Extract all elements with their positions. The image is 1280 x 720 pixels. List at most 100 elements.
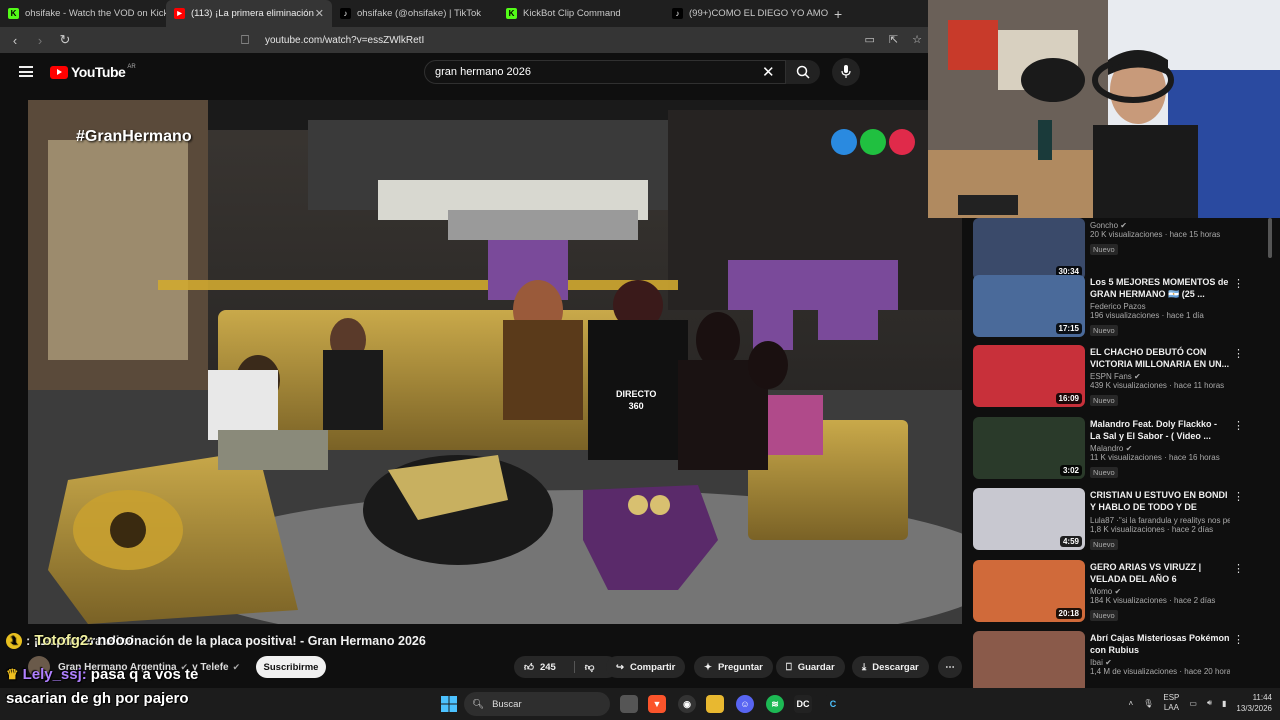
more-options-icon[interactable]: ⋮ bbox=[1233, 562, 1244, 575]
file-explorer-icon[interactable] bbox=[706, 695, 724, 713]
star-icon[interactable]: ☆ bbox=[912, 33, 922, 46]
recommendation-item[interactable]: 16:09 EL CHACHO DEBUTÓ CON VICTORIA MILLO… bbox=[970, 345, 1270, 411]
recommendation-stats: 11 K visualizaciones · hace 16 horas bbox=[1090, 453, 1220, 462]
volume-icon[interactable]: 🔊︎ bbox=[1207, 698, 1212, 708]
chevron-up-icon[interactable]: ˄ bbox=[1129, 699, 1134, 708]
tab-label: (113) ¡La primera eliminación de bbox=[191, 8, 316, 19]
download-button[interactable]: ⤓ Descargar bbox=[852, 656, 929, 678]
recommendation-title[interactable]: EL CHACHO DEBUTÓ CON VICTORIA MILLONARIA… bbox=[1090, 346, 1230, 370]
browser-tab-2[interactable]: ▶ (113) ¡La primera eliminación de ✕ bbox=[166, 0, 332, 27]
video-thumbnail[interactable]: 16:09 bbox=[973, 345, 1085, 407]
browser-tab-5[interactable]: ♪ (99+)COMO EL DIEGO YO AMO LA TI bbox=[664, 0, 830, 27]
forward-icon[interactable]: › bbox=[30, 33, 50, 48]
video-thumbnail[interactable]: 20:18 bbox=[973, 560, 1085, 622]
network-icon[interactable]: ▭ bbox=[1189, 699, 1197, 708]
more-options-icon[interactable]: ⋮ bbox=[1233, 419, 1244, 432]
capcut-icon[interactable]: DC bbox=[794, 695, 812, 713]
like-dislike-group: 👍︎ 245 👎︎ bbox=[514, 656, 618, 678]
verified-icon: ✔ bbox=[232, 661, 241, 672]
dislike-icon[interactable]: 👎︎ bbox=[573, 661, 594, 673]
bookmark-icon[interactable]: ⎕ bbox=[235, 32, 255, 48]
cast-icon[interactable]: ▭ bbox=[865, 33, 875, 46]
recommendation-item[interactable]: 3:02 Malandro Feat. Doly Flackko - La Sal… bbox=[970, 417, 1270, 483]
share-button[interactable]: ↪ Compartir bbox=[606, 656, 686, 678]
tiktok-icon: ♪ bbox=[672, 8, 683, 19]
sidebar-scrollbar[interactable] bbox=[1268, 218, 1274, 688]
save-button[interactable]: ⎕ Guardar bbox=[776, 656, 845, 678]
search-button[interactable] bbox=[786, 60, 820, 84]
obs-icon[interactable]: ◉ bbox=[678, 695, 696, 713]
reload-icon[interactable]: ↻ bbox=[55, 32, 75, 48]
recommendation-channel[interactable]: ESPN Fans bbox=[1090, 372, 1132, 381]
share-page-icon[interactable]: ⇱ bbox=[889, 33, 898, 46]
tab-label: (99+)COMO EL DIEGO YO AMO LA TI bbox=[689, 8, 830, 19]
recommendation-channel[interactable]: Lula87 ·"si la farandula y realitys nos … bbox=[1090, 516, 1230, 525]
like-count[interactable]: 245 bbox=[540, 662, 556, 673]
voice-search-button[interactable] bbox=[832, 58, 860, 86]
menu-icon[interactable] bbox=[19, 66, 33, 77]
recommendation-channel[interactable]: Momo bbox=[1090, 587, 1112, 596]
more-actions-button[interactable]: ⋯ bbox=[938, 656, 962, 678]
recommendation-item[interactable]: 17:15 Los 5 MEJORES MOMENTOS de GRAN HERM… bbox=[970, 275, 1270, 341]
discord-icon[interactable]: ☺ bbox=[736, 695, 754, 713]
taskbar-search[interactable]: 🔍︎ Buscar bbox=[464, 692, 610, 716]
recommendation-title[interactable]: Malandro Feat. Doly Flackko - La Sal y E… bbox=[1090, 418, 1230, 442]
kick-icon: K bbox=[8, 8, 19, 19]
video-thumbnail[interactable]: 4:59 bbox=[973, 488, 1085, 550]
more-icon: ⋯ bbox=[945, 661, 955, 673]
recommendation-channel[interactable]: Federico Pazos bbox=[1090, 302, 1146, 311]
recommendation-channel[interactable]: Malandro bbox=[1090, 444, 1123, 453]
video-thumbnail[interactable]: 3:02 bbox=[973, 417, 1085, 479]
chat-message-1: 1 : Totofg2: nooo bbox=[6, 632, 134, 649]
mic-tray-icon[interactable]: 🎙︎ bbox=[1143, 699, 1153, 708]
ask-button[interactable]: ✦ Preguntar bbox=[694, 656, 773, 678]
mic-icon bbox=[841, 65, 851, 78]
recommendation-title[interactable]: Los 5 MEJORES MOMENTOS de GRAN HERMANO 🇦… bbox=[1090, 276, 1230, 300]
search-input[interactable]: gran hermano 2026 bbox=[424, 60, 786, 84]
language-indicator[interactable]: ESP LAA bbox=[1163, 693, 1179, 713]
browser-tab-1[interactable]: K ohsifake - Watch the VOD on Kick bbox=[0, 0, 166, 27]
back-icon[interactable]: ‹ bbox=[5, 33, 25, 48]
close-tab-icon[interactable]: ✕ bbox=[315, 7, 324, 20]
scrollbar-thumb[interactable] bbox=[1268, 218, 1272, 258]
youtube-logo[interactable]: YouTube AR bbox=[50, 64, 136, 80]
address-bar: ‹ › ↻ ⎕ youtube.com/watch?v=essZWlkRetI … bbox=[0, 27, 930, 53]
recommendation-title[interactable]: CRISTIAN U ESTUVO EN BONDI Y HABLO DE TO… bbox=[1090, 489, 1230, 514]
recommendation-channel[interactable]: Goncho bbox=[1090, 221, 1118, 230]
recommendation-item[interactable]: 20:18 GERO ARIAS VS VIRUZZ | VELADA DEL A… bbox=[970, 560, 1270, 626]
recommendation-channel[interactable]: Ibai bbox=[1090, 658, 1103, 667]
brave-icon[interactable]: ▼ bbox=[648, 695, 666, 713]
recommendation-stats: 184 K visualizaciones · hace 2 días bbox=[1090, 596, 1216, 605]
new-badge: Nuevo bbox=[1090, 395, 1118, 406]
video-thumbnail[interactable]: 30:34 bbox=[973, 218, 1085, 280]
browser-tab-3[interactable]: ♪ ohsifake (@ohsifake) | TikTok bbox=[332, 0, 498, 27]
clock[interactable]: 11:44 13/3/2026 bbox=[1236, 692, 1272, 714]
subscribe-button[interactable]: Suscribirme bbox=[256, 656, 326, 678]
chrome-canary-icon[interactable]: C bbox=[824, 695, 842, 713]
video-thumbnail[interactable]: 17:15 bbox=[973, 275, 1085, 337]
video-thumbnail[interactable] bbox=[973, 631, 1085, 688]
more-options-icon[interactable]: ⋮ bbox=[1233, 490, 1244, 503]
more-options-icon[interactable]: ⋮ bbox=[1233, 633, 1244, 646]
task-view-icon[interactable] bbox=[620, 695, 638, 713]
battery-icon[interactable]: ▮ bbox=[1222, 699, 1226, 708]
duration-badge: 16:09 bbox=[1055, 393, 1082, 404]
spotify-icon[interactable]: ≋ bbox=[766, 695, 784, 713]
new-tab-icon[interactable]: + bbox=[834, 6, 842, 22]
like-icon[interactable]: 👍︎ bbox=[524, 661, 534, 673]
video-player[interactable]: #GranHermano DIRECTO 360 bbox=[28, 100, 962, 624]
recommendation-title[interactable]: Abrí Cajas Misteriosas Pokémon con Rubiu… bbox=[1090, 632, 1230, 656]
browser-tab-4[interactable]: K KickBot Clip Command bbox=[498, 0, 664, 27]
clear-search-icon[interactable]: ✕ bbox=[762, 63, 775, 81]
recommendation-item[interactable]: 4:59 CRISTIAN U ESTUVO EN BONDI Y HABLO D… bbox=[970, 488, 1270, 554]
duration-badge: 17:15 bbox=[1055, 323, 1082, 334]
recommendation-title[interactable]: GERO ARIAS VS VIRUZZ | VELADA DEL AÑO 6 bbox=[1090, 561, 1230, 585]
more-options-icon[interactable]: ⋮ bbox=[1233, 347, 1244, 360]
recommendation-item[interactable]: Abrí Cajas Misteriosas Pokémon con Rubiu… bbox=[970, 631, 1270, 688]
more-options-icon[interactable]: ⋮ bbox=[1233, 277, 1244, 290]
chat-prefix-icon: : bbox=[26, 633, 31, 648]
new-badge: Nuevo bbox=[1090, 610, 1118, 621]
url-field[interactable]: youtube.com/watch?v=essZWlkRetI bbox=[265, 35, 424, 46]
recommendations-sidebar: 30:34 Goncho ✔ 20 K visualizaciones · hace… bbox=[970, 218, 1270, 688]
start-icon[interactable] bbox=[440, 695, 458, 713]
